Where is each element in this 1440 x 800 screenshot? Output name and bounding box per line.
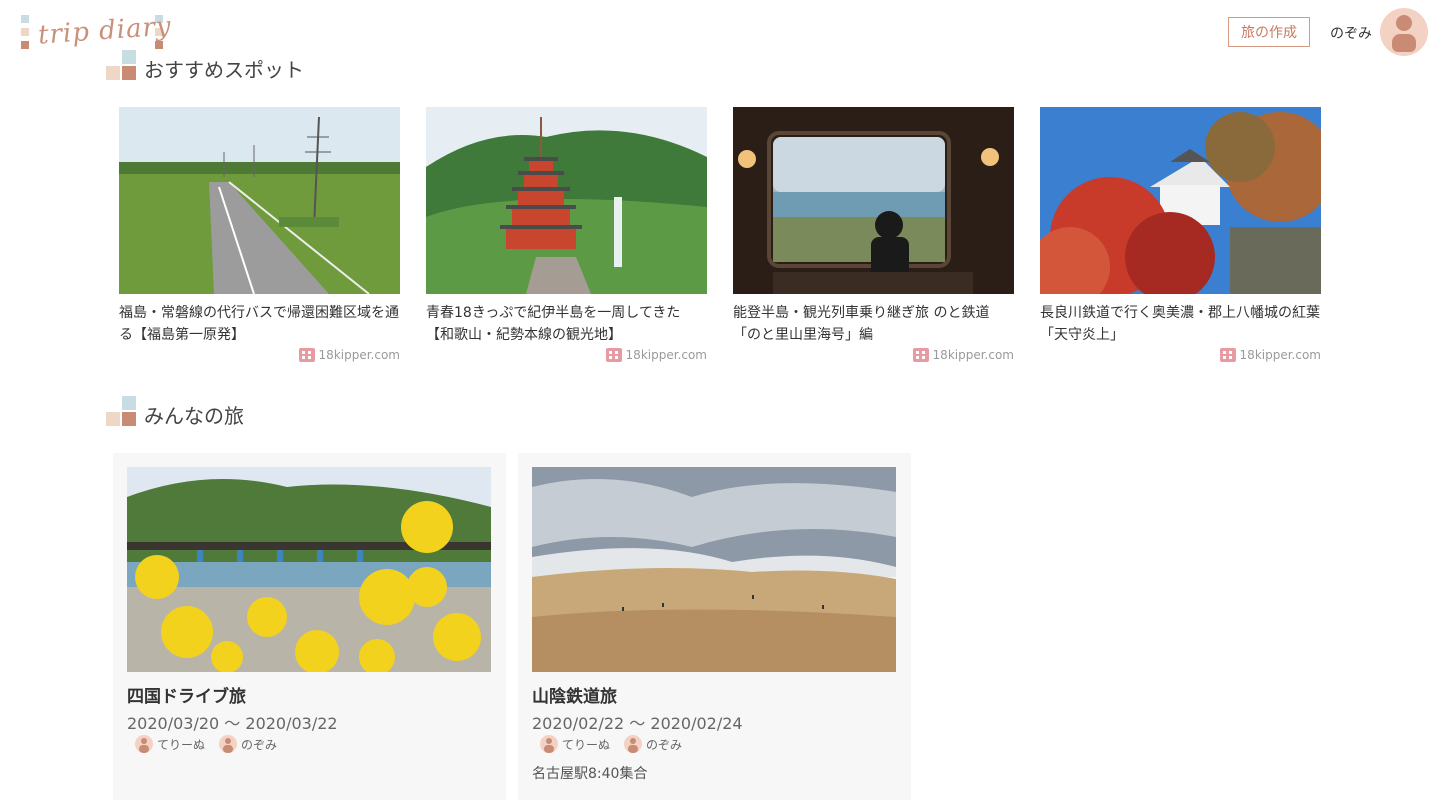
spot-title[interactable]: 長良川鉄道で行く奥美濃・郡上八幡城の紅葉「天守炎上」 <box>1040 302 1321 346</box>
user-avatar[interactable] <box>1380 8 1428 56</box>
source-label: 18kipper.com <box>318 348 400 362</box>
source-label: 18kipper.com <box>625 348 707 362</box>
section-deco-icon <box>106 50 138 82</box>
trip-members: てりーぬ のぞみ <box>135 735 291 753</box>
trip-dates: 2020/03/20 〜 2020/03/22 <box>127 714 338 733</box>
member: のぞみ <box>624 735 682 753</box>
create-trip-button[interactable]: 旅の作成 <box>1228 17 1310 47</box>
logo-square <box>21 41 29 49</box>
spot-title[interactable]: 能登半島・観光列車乗り継ぎ旅 のと鉄道「のと里山里海号」編 <box>733 302 1014 346</box>
trip-name[interactable]: 四国ドライブ旅 <box>127 682 246 707</box>
member-avatar-icon <box>540 735 558 753</box>
source-logo-icon <box>1219 348 1236 362</box>
spot-card[interactable]: 能登半島・観光列車乗り継ぎ旅 のと鉄道「のと里山里海号」編 18kipper.c… <box>733 107 1014 362</box>
logo-text: trip diary <box>37 11 173 51</box>
spot-title[interactable]: 福島・常磐線の代行バスで帰還困難区域を通る【福島第一原発】 <box>119 302 400 346</box>
source-logo-icon <box>605 348 622 362</box>
trip-card[interactable]: 四国ドライブ旅 2020/03/20 〜 2020/03/22 てりーぬ のぞみ <box>113 453 506 800</box>
spot-card[interactable]: 青春18きっぷで紀伊半島を一周してきた【和歌山・紀勢本線の観光地】 18kipp… <box>426 107 707 362</box>
logo-square <box>21 28 29 36</box>
member-avatar-icon <box>135 735 153 753</box>
section-deco-icon <box>106 396 138 428</box>
member: てりーぬ <box>135 735 205 753</box>
spot-image-train-window[interactable] <box>733 107 1014 294</box>
spot-card[interactable]: 長良川鉄道で行く奥美濃・郡上八幡城の紅葉「天守炎上」 18kipper.com <box>1040 107 1321 362</box>
source-logo-icon <box>912 348 929 362</box>
recommended-section-heading: おすすめスポット <box>106 50 304 82</box>
user-name[interactable]: のぞみ <box>1330 23 1372 43</box>
section-title: おすすめスポット <box>144 58 304 82</box>
logo-square <box>21 15 29 23</box>
spot-image-castle[interactable] <box>1040 107 1321 294</box>
member: のぞみ <box>219 735 277 753</box>
source-label: 18kipper.com <box>932 348 1014 362</box>
trip-card[interactable]: 山陰鉄道旅 2020/02/22 〜 2020/02/24 てりーぬ のぞみ 名… <box>518 453 911 800</box>
spot-card[interactable]: 福島・常磐線の代行バスで帰還困難区域を通る【福島第一原発】 18kipper.c… <box>119 107 400 362</box>
member-name: てりーぬ <box>562 737 611 752</box>
source-label: 18kipper.com <box>1239 348 1321 362</box>
member-name: のぞみ <box>646 737 683 752</box>
member-name: のぞみ <box>241 737 278 752</box>
member-avatar-icon <box>219 735 238 753</box>
logo[interactable]: trip diary <box>18 11 173 54</box>
trip-note: 名古屋駅8:40集合 <box>532 766 648 782</box>
trip-image-bridge[interactable] <box>127 467 491 672</box>
member: てりーぬ <box>540 735 610 753</box>
member-name: てりーぬ <box>157 737 206 752</box>
source-logo-icon <box>298 348 315 362</box>
avatar-head <box>1396 15 1412 31</box>
trip-name[interactable]: 山陰鉄道旅 <box>532 682 617 707</box>
spot-title[interactable]: 青春18きっぷで紀伊半島を一周してきた【和歌山・紀勢本線の観光地】 <box>426 302 707 346</box>
avatar-body <box>1392 34 1416 52</box>
spot-image-pagoda[interactable] <box>426 107 707 294</box>
spot-source[interactable]: 18kipper.com <box>426 348 707 362</box>
section-title: みんなの旅 <box>144 404 244 428</box>
trip-image-dunes[interactable] <box>532 467 896 672</box>
spot-source[interactable]: 18kipper.com <box>733 348 1014 362</box>
trip-dates: 2020/02/22 〜 2020/02/24 <box>532 714 743 733</box>
spot-source[interactable]: 18kipper.com <box>1040 348 1321 362</box>
member-avatar-icon <box>624 735 643 753</box>
spot-image-road[interactable] <box>119 107 400 294</box>
spot-source[interactable]: 18kipper.com <box>119 348 400 362</box>
trip-members: てりーぬ のぞみ <box>540 735 696 753</box>
everyone-section-heading: みんなの旅 <box>106 396 244 428</box>
